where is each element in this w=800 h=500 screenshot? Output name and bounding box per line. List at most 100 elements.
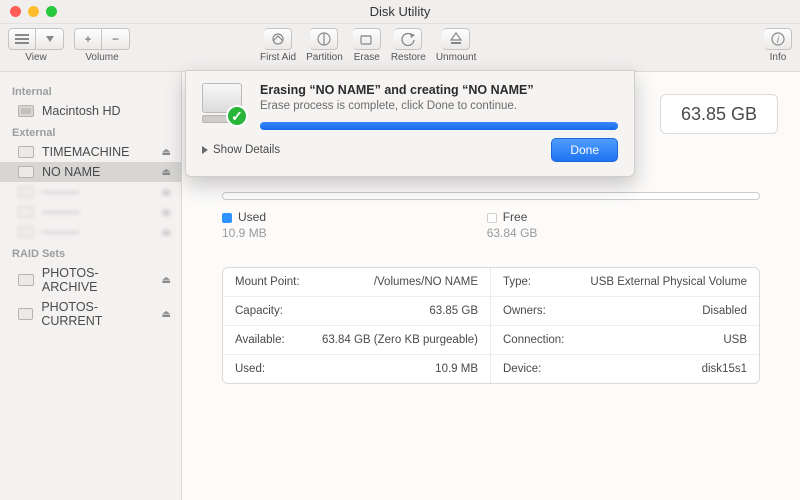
window-title: Disk Utility <box>0 4 800 19</box>
window-titlebar: Disk Utility <box>0 0 800 24</box>
external-disk-icon <box>18 226 34 238</box>
detail-value: 10.9 MB <box>435 363 478 375</box>
external-disk-icon <box>18 186 34 198</box>
detail-value: Disabled <box>702 305 747 317</box>
detail-key: Mount Point: <box>235 276 300 288</box>
detail-key: Used: <box>235 363 265 375</box>
partition-label: Partition <box>306 52 343 63</box>
unmount-tool: Unmount <box>436 28 477 63</box>
checkmark-icon: ✓ <box>226 105 248 127</box>
view-dropdown-button[interactable] <box>36 28 64 50</box>
raid-disk-icon <box>18 274 34 286</box>
eject-icon[interactable]: ⏏ <box>162 227 171 238</box>
sidebar-item-timemachine[interactable]: TIMEMACHINE ⏏ <box>0 142 181 162</box>
disclosure-triangle-icon <box>202 146 208 154</box>
sidebar-item-macintosh-hd[interactable]: Macintosh HD <box>0 101 181 121</box>
sidebar-item-obscured[interactable]: ——— ⏏ <box>0 222 181 242</box>
remove-volume-button[interactable]: − <box>102 28 130 50</box>
detail-value: 63.84 GB (Zero KB purgeable) <box>322 334 478 346</box>
detail-key: Type: <box>503 276 531 288</box>
eject-icon[interactable]: ⏏ <box>162 147 171 158</box>
info-button[interactable]: i <box>764 28 792 50</box>
sidebar-item-photos-current[interactable]: PHOTOS-CURRENT ⏏ <box>0 297 181 331</box>
sidebar-item-label: NO NAME <box>42 165 100 179</box>
sidebar-item-label: ——— <box>42 225 80 239</box>
done-button[interactable]: Done <box>551 138 618 162</box>
add-volume-button[interactable]: + <box>74 28 102 50</box>
minimize-window-button[interactable] <box>28 6 39 17</box>
eject-icon[interactable]: ⏏ <box>162 167 171 178</box>
detail-key: Capacity: <box>235 305 283 317</box>
sidebar-item-no-name[interactable]: NO NAME ⏏ <box>0 162 181 182</box>
sidebar-item-label: PHOTOS-ARCHIVE <box>42 266 154 294</box>
view-tool: View <box>8 28 64 63</box>
unmount-label: Unmount <box>436 52 477 63</box>
sidebar-item-label: ——— <box>42 205 80 219</box>
usage-bar <box>222 192 760 200</box>
usage-legend: Used 10.9 MB Free 63.84 GB <box>222 210 537 240</box>
free-value: 63.84 GB <box>487 226 538 240</box>
detail-value: USB <box>723 334 747 346</box>
sidebar-item-label: Macintosh HD <box>42 104 121 118</box>
toolbar: View + − Volume First Aid Partition Eras… <box>0 24 800 72</box>
partition-tool: Partition <box>306 28 343 63</box>
show-details-toggle[interactable]: Show Details <box>202 144 280 156</box>
detail-value: /Volumes/NO NAME <box>374 276 478 288</box>
details-table: Mount Point: /Volumes/NO NAME Capacity: 63… <box>222 267 760 384</box>
close-window-button[interactable] <box>10 6 21 17</box>
sidebar-header-internal: Internal <box>0 80 181 101</box>
sidebar-item-label: ——— <box>42 185 80 199</box>
drive-success-icon: ✓ <box>202 83 246 125</box>
first-aid-tool: First Aid <box>260 28 296 63</box>
free-swatch-icon <box>487 213 497 223</box>
eject-icon[interactable]: ⏏ <box>162 309 171 320</box>
sidebar: Internal Macintosh HD External TIMEMACHI… <box>0 72 182 500</box>
eject-icon[interactable]: ⏏ <box>162 187 171 198</box>
capacity-display: 63.85 GB <box>660 94 778 134</box>
partition-button[interactable] <box>310 28 338 50</box>
restore-tool: Restore <box>391 28 426 63</box>
erase-button[interactable] <box>353 28 381 50</box>
erase-tool: Erase <box>353 28 381 63</box>
restore-button[interactable] <box>394 28 422 50</box>
sidebar-item-obscured[interactable]: ——— ⏏ <box>0 182 181 202</box>
sidebar-item-label: PHOTOS-CURRENT <box>41 300 153 328</box>
progress-bar <box>260 122 618 130</box>
sidebar-item-label: TIMEMACHINE <box>42 145 130 159</box>
show-details-label: Show Details <box>213 144 280 156</box>
used-value: 10.9 MB <box>222 226 267 240</box>
detail-key: Available: <box>235 334 285 346</box>
sheet-title: Erasing “NO NAME” and creating “NO NAME” <box>260 83 618 97</box>
info-label: Info <box>770 52 787 63</box>
external-disk-icon <box>18 206 34 218</box>
detail-value: 63.85 GB <box>429 305 478 317</box>
free-label: Free <box>503 210 528 224</box>
detail-value: disk15s1 <box>702 363 747 375</box>
view-label: View <box>25 52 47 63</box>
volume-label: Volume <box>85 52 118 63</box>
sheet-subtitle: Erase process is complete, click Done to… <box>260 100 618 112</box>
detail-key: Connection: <box>503 334 564 346</box>
view-list-button[interactable] <box>8 28 36 50</box>
erase-label: Erase <box>354 52 380 63</box>
window-controls <box>10 6 57 17</box>
external-disk-icon <box>18 146 34 158</box>
internal-disk-icon <box>18 105 34 117</box>
raid-disk-icon <box>18 308 33 320</box>
restore-label: Restore <box>391 52 426 63</box>
first-aid-button[interactable] <box>264 28 292 50</box>
sidebar-header-raid: RAID Sets <box>0 242 181 263</box>
sidebar-item-photos-archive[interactable]: PHOTOS-ARCHIVE ⏏ <box>0 263 181 297</box>
erase-complete-sheet: ✓ Erasing “NO NAME” and creating “NO NAM… <box>185 70 635 177</box>
zoom-window-button[interactable] <box>46 6 57 17</box>
used-swatch-icon <box>222 213 232 223</box>
volume-tool: + − Volume <box>74 28 130 63</box>
detail-value: USB External Physical Volume <box>590 276 747 288</box>
sidebar-item-obscured[interactable]: ——— ⏏ <box>0 202 181 222</box>
used-label: Used <box>238 210 266 224</box>
sidebar-header-external: External <box>0 121 181 142</box>
external-disk-icon <box>18 166 34 178</box>
eject-icon[interactable]: ⏏ <box>162 275 171 286</box>
eject-icon[interactable]: ⏏ <box>162 207 171 218</box>
unmount-button[interactable] <box>442 28 470 50</box>
